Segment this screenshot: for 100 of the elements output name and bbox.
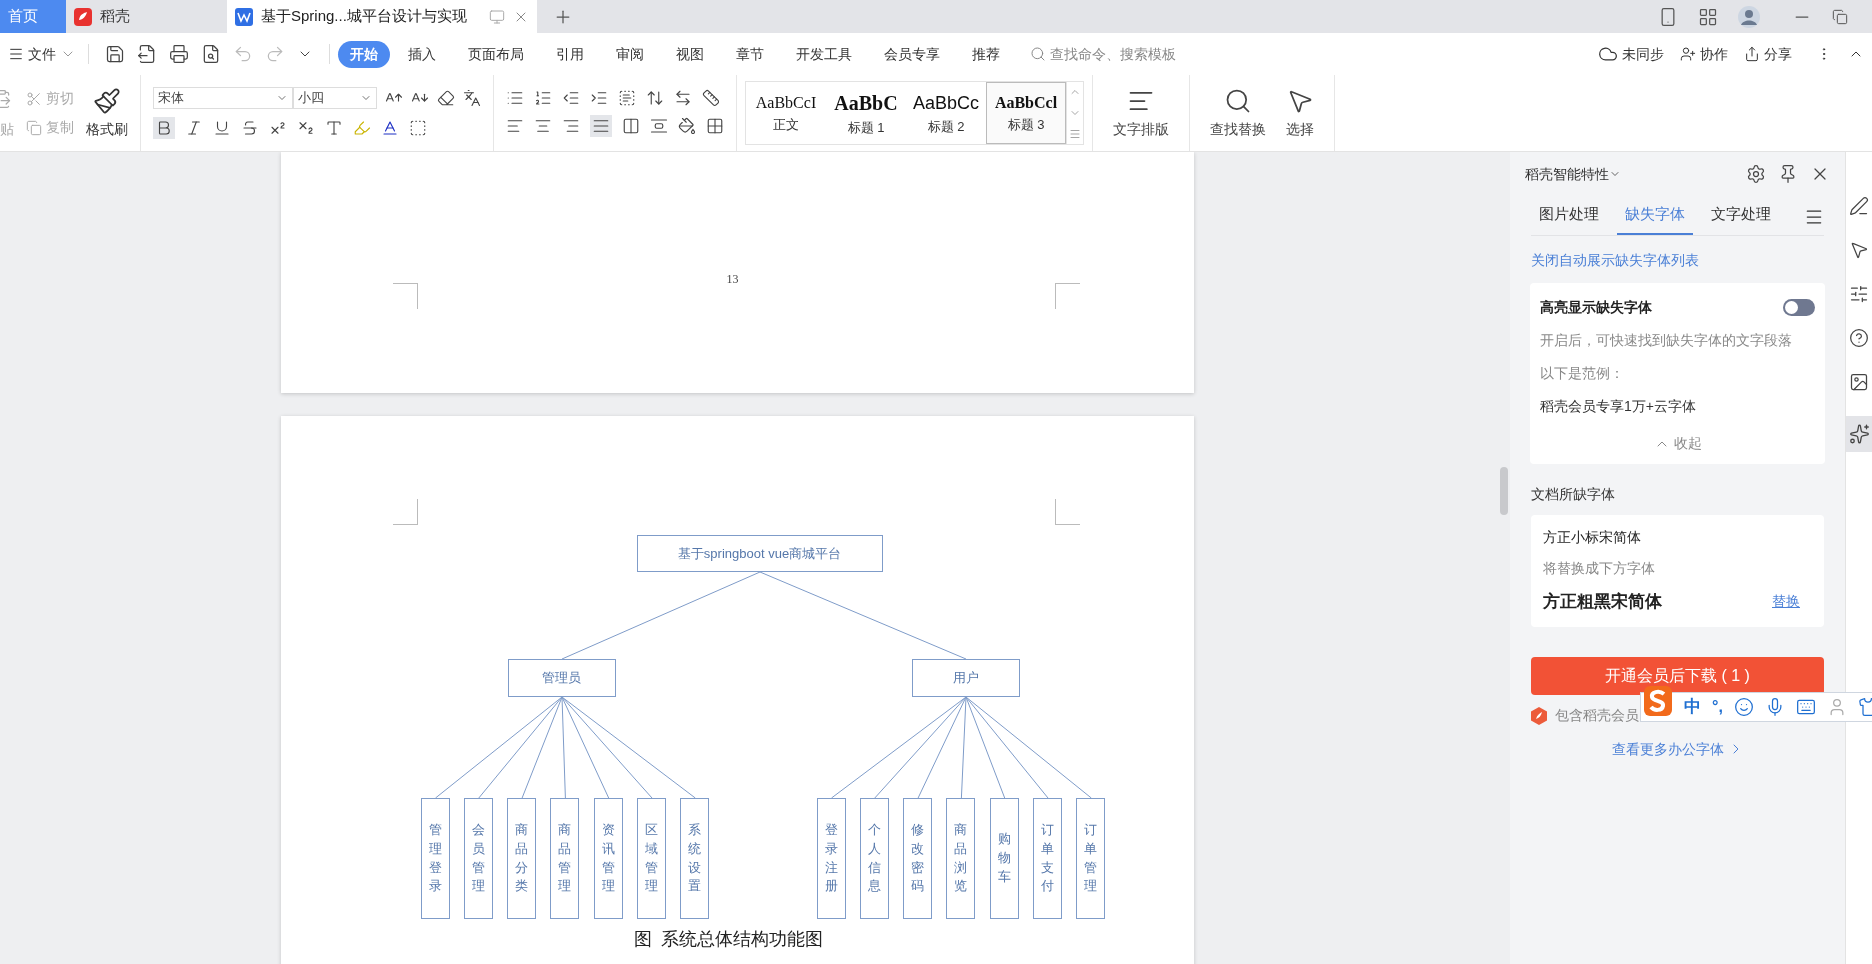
bold-icon[interactable] [153, 117, 175, 139]
collapse-button[interactable]: 收起 [1653, 433, 1702, 454]
more-fonts-link[interactable]: 查看更多办公字体 [1611, 738, 1744, 760]
show-marks-icon[interactable] [674, 89, 692, 107]
ruler-icon[interactable] [702, 89, 720, 107]
diagram-node: 管理员 [507, 659, 616, 697]
diagram-node: 商品管理 [550, 798, 580, 919]
ribbon-tab[interactable]: 推荐 [958, 40, 1014, 68]
page-number: 13 [726, 271, 739, 288]
replace-hint: 将替换成下方字体 [1543, 559, 1656, 578]
add-user-icon[interactable] [1680, 46, 1696, 62]
diagram-node: 系统设置 [680, 798, 710, 919]
diagram-node: 订单支付 [1033, 798, 1062, 919]
find-replace-button[interactable]: 查找替换 [1210, 86, 1266, 140]
settings-icon[interactable] [1746, 164, 1766, 184]
image-icon[interactable] [1849, 372, 1869, 392]
writer-logo-icon [235, 7, 253, 26]
style-preset[interactable]: AaBbCcl 标题 3 [986, 82, 1066, 144]
style-preset[interactable]: AaBbCcI 正文 [746, 82, 826, 144]
justify-icon[interactable] [590, 115, 612, 137]
hide-list-link[interactable]: 关闭自动展示缺失字体列表 [1531, 250, 1824, 271]
restore-icon[interactable] [1832, 8, 1848, 25]
align-right-icon[interactable] [562, 117, 580, 135]
tab-label: 基于Spring...城平台设计与实现 [261, 6, 467, 27]
borders-icon[interactable] [706, 117, 724, 135]
file-menu[interactable]: 文件 [4, 43, 80, 65]
chinese-layout-icon[interactable] [618, 89, 636, 107]
italic-icon[interactable] [185, 119, 203, 137]
shirt-icon[interactable] [1857, 697, 1872, 717]
diagram-node: 修改密码 [903, 798, 933, 919]
phonetic-icon[interactable] [463, 89, 481, 107]
panel-tab[interactable]: 文字处理 [1703, 202, 1779, 235]
highlight-toggle[interactable] [1783, 299, 1815, 316]
font-color-icon[interactable] [381, 119, 399, 137]
character-border-icon[interactable] [409, 119, 427, 137]
apps-grid-icon[interactable] [1698, 6, 1718, 27]
sparkle-icon[interactable] [1845, 416, 1872, 452]
brush-icon[interactable] [93, 86, 121, 115]
sliders-icon[interactable] [1849, 284, 1869, 304]
example-label: 以下是范例： [1540, 364, 1625, 383]
strikethrough-icon[interactable] [241, 119, 259, 137]
share-button[interactable]: 分享 [1744, 43, 1792, 65]
style-preset[interactable]: AaBbC 标题 1 [826, 82, 906, 144]
bullet-list-icon[interactable] [506, 89, 524, 107]
print-icon[interactable] [169, 44, 189, 64]
distribute-icon[interactable] [622, 117, 640, 135]
pen-icon[interactable] [1849, 196, 1869, 216]
ribbon-tab[interactable]: 审阅 [602, 40, 658, 68]
outdent-icon[interactable] [562, 89, 580, 107]
shading-icon[interactable] [678, 117, 696, 135]
text-layout-button[interactable]: 文字排版 [1113, 86, 1169, 140]
ribbon-tab[interactable]: 页面布局 [454, 40, 538, 68]
sort-icon[interactable] [646, 89, 664, 107]
style-preset[interactable]: AaBbCc 标题 2 [906, 82, 986, 144]
input-mode-toggle[interactable]: 中 [1684, 694, 1701, 720]
ribbon-tab[interactable]: 引用 [542, 40, 598, 68]
replace-link[interactable]: 替换 [1772, 591, 1800, 613]
punctuation-toggle[interactable]: °, [1712, 695, 1723, 719]
align-center-icon[interactable] [534, 117, 552, 135]
format-painter-button[interactable]: 格式刷 [86, 86, 128, 140]
collaborate-button[interactable]: 协作 [1680, 43, 1728, 65]
ribbon-tab[interactable]: 开发工具 [782, 40, 866, 68]
description-text: 开启后，可快速找到缺失字体的文字段落 [1540, 331, 1793, 350]
line-spacing-icon[interactable] [650, 117, 668, 135]
ribbon-tab[interactable]: 视图 [662, 40, 718, 68]
avatar-icon[interactable] [1738, 5, 1760, 28]
crop-mark [1054, 283, 1080, 309]
ribbon-tab[interactable]: 会员专享 [870, 40, 954, 68]
panel-title[interactable]: 稻壳智能特性 [1525, 163, 1609, 185]
subscript-icon[interactable] [297, 119, 315, 137]
underline-icon[interactable] [213, 119, 231, 137]
pointer-icon[interactable] [1849, 240, 1869, 260]
ribbon-tab[interactable]: 章节 [722, 40, 778, 68]
preview-icon[interactable] [201, 44, 221, 64]
select-button[interactable]: 选择 [1286, 86, 1314, 140]
align-left-icon[interactable] [506, 117, 524, 135]
command-search[interactable]: 查找命令、搜索模板 [1030, 43, 1176, 65]
sync-button[interactable]: 未同步 [1598, 43, 1664, 65]
diagram-node: 管理登录 [420, 798, 450, 919]
save-icon[interactable] [105, 44, 125, 64]
menu-icon[interactable] [8, 46, 24, 62]
help-icon[interactable] [1849, 328, 1869, 348]
clear-format-icon[interactable] [437, 89, 455, 107]
panel-tab[interactable]: 图片处理 [1531, 202, 1607, 235]
superscript-icon[interactable] [269, 119, 287, 137]
indent-icon[interactable] [590, 89, 608, 107]
panel-tab[interactable]: 缺失字体 [1617, 202, 1693, 235]
font-size-dropdown[interactable]: 小四 [293, 87, 377, 109]
crop-mark [392, 499, 418, 525]
keyboard-icon[interactable] [1795, 697, 1816, 717]
emoji-icon[interactable] [1733, 697, 1754, 717]
input-method-logo-icon[interactable] [1643, 685, 1673, 719]
share-icon[interactable] [1744, 46, 1760, 62]
numbered-list-icon[interactable] [534, 89, 552, 107]
export-icon[interactable] [137, 44, 157, 64]
text-effect-icon[interactable] [325, 119, 343, 137]
crop-mark [392, 283, 418, 309]
ribbon-tab[interactable]: 插入 [394, 40, 450, 68]
vertical-scrollbar[interactable] [1498, 152, 1510, 964]
font-name-dropdown[interactable]: 宋体 [153, 87, 293, 109]
